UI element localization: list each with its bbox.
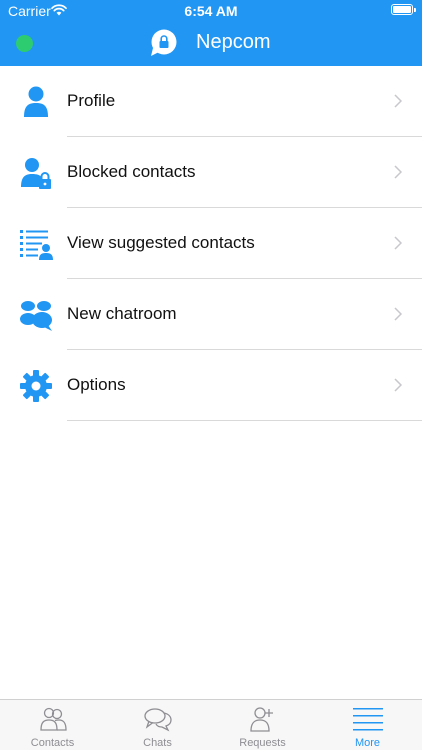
more-menu: Profile Blocked contacts View suggested … bbox=[0, 66, 422, 421]
user-icon bbox=[24, 86, 48, 117]
group-chat-icon bbox=[20, 301, 52, 331]
online-status-dot[interactable] bbox=[16, 35, 33, 52]
menu-item-profile[interactable]: Profile bbox=[0, 66, 422, 137]
tab-label: More bbox=[354, 737, 381, 749]
tab-more[interactable]: More bbox=[315, 700, 420, 751]
add-user-icon bbox=[250, 707, 273, 732]
list-user-icon bbox=[20, 230, 53, 260]
chevron-right-icon bbox=[394, 94, 402, 108]
chevron-right-icon bbox=[394, 165, 402, 179]
gear-icon bbox=[20, 370, 52, 402]
menu-item-label: Blocked contacts bbox=[67, 162, 196, 181]
chevron-right-icon bbox=[394, 236, 402, 250]
tab-contacts[interactable]: Contacts bbox=[0, 700, 105, 751]
divider bbox=[67, 420, 422, 421]
app-title: Nepcom bbox=[196, 31, 271, 53]
contacts-icon bbox=[40, 707, 67, 731]
battery-icon bbox=[391, 4, 416, 15]
chats-icon bbox=[144, 708, 172, 732]
menu-item-view-suggested-contacts[interactable]: View suggested contacts bbox=[0, 208, 422, 279]
menu-item-label: Options bbox=[67, 375, 126, 394]
menu-item-blocked-contacts[interactable]: Blocked contacts bbox=[0, 137, 422, 208]
tab-label: Contacts bbox=[30, 737, 75, 749]
menu-icon bbox=[353, 708, 383, 731]
tab-requests[interactable]: Requests bbox=[210, 700, 315, 751]
menu-item-label: View suggested contacts bbox=[67, 233, 255, 252]
tab-label: Chats bbox=[143, 737, 172, 749]
menu-item-new-chatroom[interactable]: New chatroom bbox=[0, 279, 422, 350]
user-lock-icon bbox=[21, 158, 51, 189]
app-header: Carrier 6:54 AM Nepcom bbox=[0, 0, 422, 66]
tab-chats[interactable]: Chats bbox=[105, 700, 210, 751]
chevron-right-icon bbox=[394, 307, 402, 321]
clock: 6:54 AM bbox=[184, 3, 238, 19]
menu-item-label: New chatroom bbox=[67, 304, 177, 323]
status-bar: Carrier 6:54 AM bbox=[0, 0, 422, 22]
tab-label: Requests bbox=[239, 737, 286, 749]
tab-bar: Contacts Chats Requests More bbox=[0, 699, 422, 750]
menu-item-label: Profile bbox=[67, 91, 116, 110]
chevron-right-icon bbox=[394, 378, 402, 392]
menu-item-options[interactable]: Options bbox=[0, 350, 422, 421]
chat-lock-icon bbox=[151, 29, 177, 56]
